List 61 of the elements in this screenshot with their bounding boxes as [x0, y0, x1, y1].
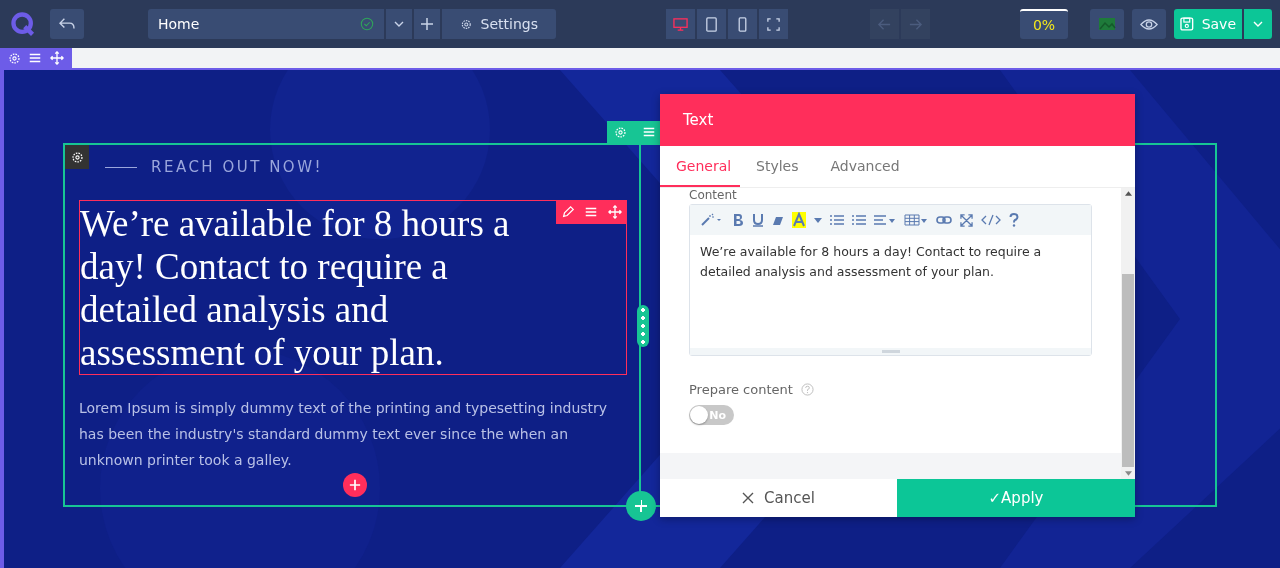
mobile-view-button[interactable] [728, 9, 757, 39]
plus-icon [349, 479, 361, 491]
menu-icon[interactable] [584, 205, 599, 219]
check-circle-icon [360, 17, 374, 31]
resize-grip[interactable] [690, 348, 1091, 355]
chevron-down-icon [394, 21, 404, 27]
caret-icon[interactable] [814, 217, 822, 223]
tablet-view-button[interactable] [697, 9, 726, 39]
reply-arrow-icon [58, 17, 76, 31]
plus-icon [634, 499, 648, 513]
settings-icon[interactable] [7, 51, 21, 65]
panel-tab[interactable]: Advanced [814, 146, 916, 187]
settings-button[interactable] [65, 145, 89, 169]
panel-tab[interactable]: Styles [740, 146, 815, 187]
body-text: Lorem Ipsum is simply dummy text of the printing and typesetting industry has been the industry's standard dummy text ever since the when an unknown printer took a galley. [79, 399, 609, 470]
image-icon [1098, 17, 1116, 31]
code-icon[interactable] [981, 214, 1001, 226]
settings-icon [70, 150, 84, 164]
panel-title: Text [660, 94, 1135, 146]
progress-indicator: 0% [1020, 9, 1068, 39]
add-page-button[interactable] [414, 9, 440, 39]
scroll-up-icon[interactable] [1124, 191, 1132, 196]
align-icon[interactable] [874, 214, 896, 226]
eye-icon [1140, 17, 1158, 31]
pencil-icon[interactable] [560, 205, 575, 219]
fullscreen-icon [766, 16, 781, 32]
field-label: Content [689, 188, 738, 202]
cancel-button[interactable]: Cancel [660, 479, 897, 517]
move-icon[interactable] [50, 51, 65, 65]
fullscreen-view-button[interactable] [759, 9, 788, 39]
link-icon[interactable] [936, 215, 952, 225]
dropdown-button[interactable] [386, 9, 412, 39]
help-icon[interactable] [1009, 213, 1019, 227]
magic-wand-icon[interactable] [700, 213, 724, 227]
table-icon[interactable] [904, 214, 928, 226]
settings-button[interactable]: Settings [442, 9, 556, 39]
settings-icon[interactable] [614, 125, 628, 139]
heading: We’re available for 8 hours a day! Contact to require a detailed analysis and assessment of your plan. [80, 202, 511, 374]
scrollbar[interactable] [1121, 188, 1135, 479]
scroll-down-icon[interactable] [1124, 471, 1132, 476]
chevron-down-icon [1253, 21, 1263, 27]
expand-icon[interactable] [960, 213, 973, 227]
highlight-icon[interactable] [792, 212, 806, 228]
tablet-icon [704, 16, 719, 32]
bullet-list-icon[interactable] [830, 214, 844, 226]
desktop-icon [673, 16, 688, 32]
move-icon[interactable] [608, 205, 623, 219]
close-icon [742, 492, 755, 504]
bold-icon[interactable] [732, 213, 744, 227]
menu-icon[interactable] [28, 51, 43, 65]
logo-icon [10, 11, 36, 37]
plus-icon [420, 17, 434, 31]
menu-icon[interactable] [641, 125, 656, 139]
editor-text[interactable]: We’re available for 8 hours a day! Contact to require a detailed analysis and assessment of your plan. [690, 235, 1091, 348]
numbered-list-icon[interactable] [852, 214, 866, 226]
field-label: Prepare content [689, 382, 793, 397]
underline-icon[interactable] [752, 213, 764, 227]
preview-button[interactable] [1132, 9, 1166, 39]
eyebrow-text: REACH OUT NOW! [151, 158, 323, 176]
page-select[interactable]: Home [148, 9, 384, 39]
undo-button[interactable] [50, 9, 84, 39]
